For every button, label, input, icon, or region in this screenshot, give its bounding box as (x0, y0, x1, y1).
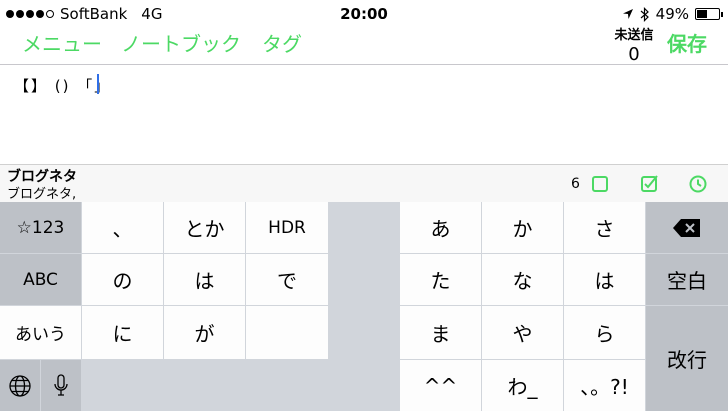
microphone-key[interactable] (41, 360, 81, 411)
kana-ha-key[interactable]: は (564, 254, 645, 305)
unsent-indicator: 未送信 0 (614, 24, 654, 65)
kana-sa-key[interactable]: さ (564, 202, 645, 253)
battery-percent: 49% (655, 5, 689, 23)
status-right: 49% (622, 5, 723, 23)
candidate-key[interactable]: とか (164, 202, 245, 253)
navigation-bar: メニュー ノートブック タグ 未送信 0 保存 (0, 28, 728, 65)
checkbox-icon[interactable] (590, 174, 610, 194)
punctuation-key[interactable]: 、。?! (564, 360, 645, 411)
globe-key[interactable] (0, 360, 40, 411)
candidate-key[interactable]: は (164, 254, 245, 305)
kana-wa-key[interactable]: わ_ (482, 360, 563, 411)
candidate-key[interactable]: 、 (82, 202, 163, 253)
location-arrow-icon (622, 9, 633, 19)
space-key[interactable]: 空白 (646, 254, 728, 305)
kana-na-key[interactable]: な (482, 254, 563, 305)
microphone-icon (54, 373, 68, 396)
battery-level (697, 10, 708, 18)
suggestion-bar: ブログネタ ブログネタ, 6 (0, 164, 728, 202)
globe-icon (9, 374, 31, 397)
kana-ra-key[interactable]: ら (564, 306, 645, 359)
menu-button[interactable]: メニュー (22, 28, 102, 57)
kana-ma-key[interactable]: ま (400, 306, 481, 359)
candidate-key[interactable]: の (82, 254, 163, 305)
enter-key[interactable]: 改行 (646, 306, 728, 411)
numbers-key[interactable]: ☆123 (0, 202, 81, 253)
note-editor[interactable]: 【】 () 「」 (0, 65, 728, 164)
kana-a-key[interactable]: あ (400, 202, 481, 253)
candidate-key[interactable]: に (82, 306, 163, 359)
kana-key[interactable]: あいう (0, 306, 81, 359)
checked-box-icon[interactable] (639, 174, 659, 194)
status-time: 20:00 (340, 5, 388, 23)
suggestion-subtitle: ブログネタ, (7, 187, 77, 202)
candidate-key[interactable]: が (164, 306, 245, 359)
text-cursor (97, 74, 99, 94)
backspace-icon (673, 218, 700, 237)
kana-ya-key[interactable]: や (482, 306, 563, 359)
kana-ta-key[interactable]: た (400, 254, 481, 305)
candidate-key[interactable]: HDR (246, 202, 328, 253)
candidate-empty (246, 306, 328, 359)
bluetooth-icon (640, 6, 649, 22)
delete-key[interactable] (646, 202, 728, 253)
emoticon-key[interactable]: ^^ (400, 360, 481, 411)
keyboard: ☆123 ABC あいう 、 とか HDR の は で に が あ か さ た … (0, 202, 728, 411)
clock-icon[interactable] (688, 174, 708, 194)
abc-key[interactable]: ABC (0, 254, 81, 305)
save-button[interactable]: 保存 (667, 28, 707, 57)
suggestion-count: 6 (571, 176, 580, 192)
tag-button[interactable]: タグ (262, 28, 302, 57)
candidate-key[interactable]: で (246, 254, 328, 305)
unsent-count: 0 (628, 44, 640, 65)
notebook-button[interactable]: ノートブック (121, 28, 241, 57)
kana-ka-key[interactable]: か (482, 202, 563, 253)
unsent-label: 未送信 (614, 28, 654, 43)
battery-icon (695, 8, 723, 20)
